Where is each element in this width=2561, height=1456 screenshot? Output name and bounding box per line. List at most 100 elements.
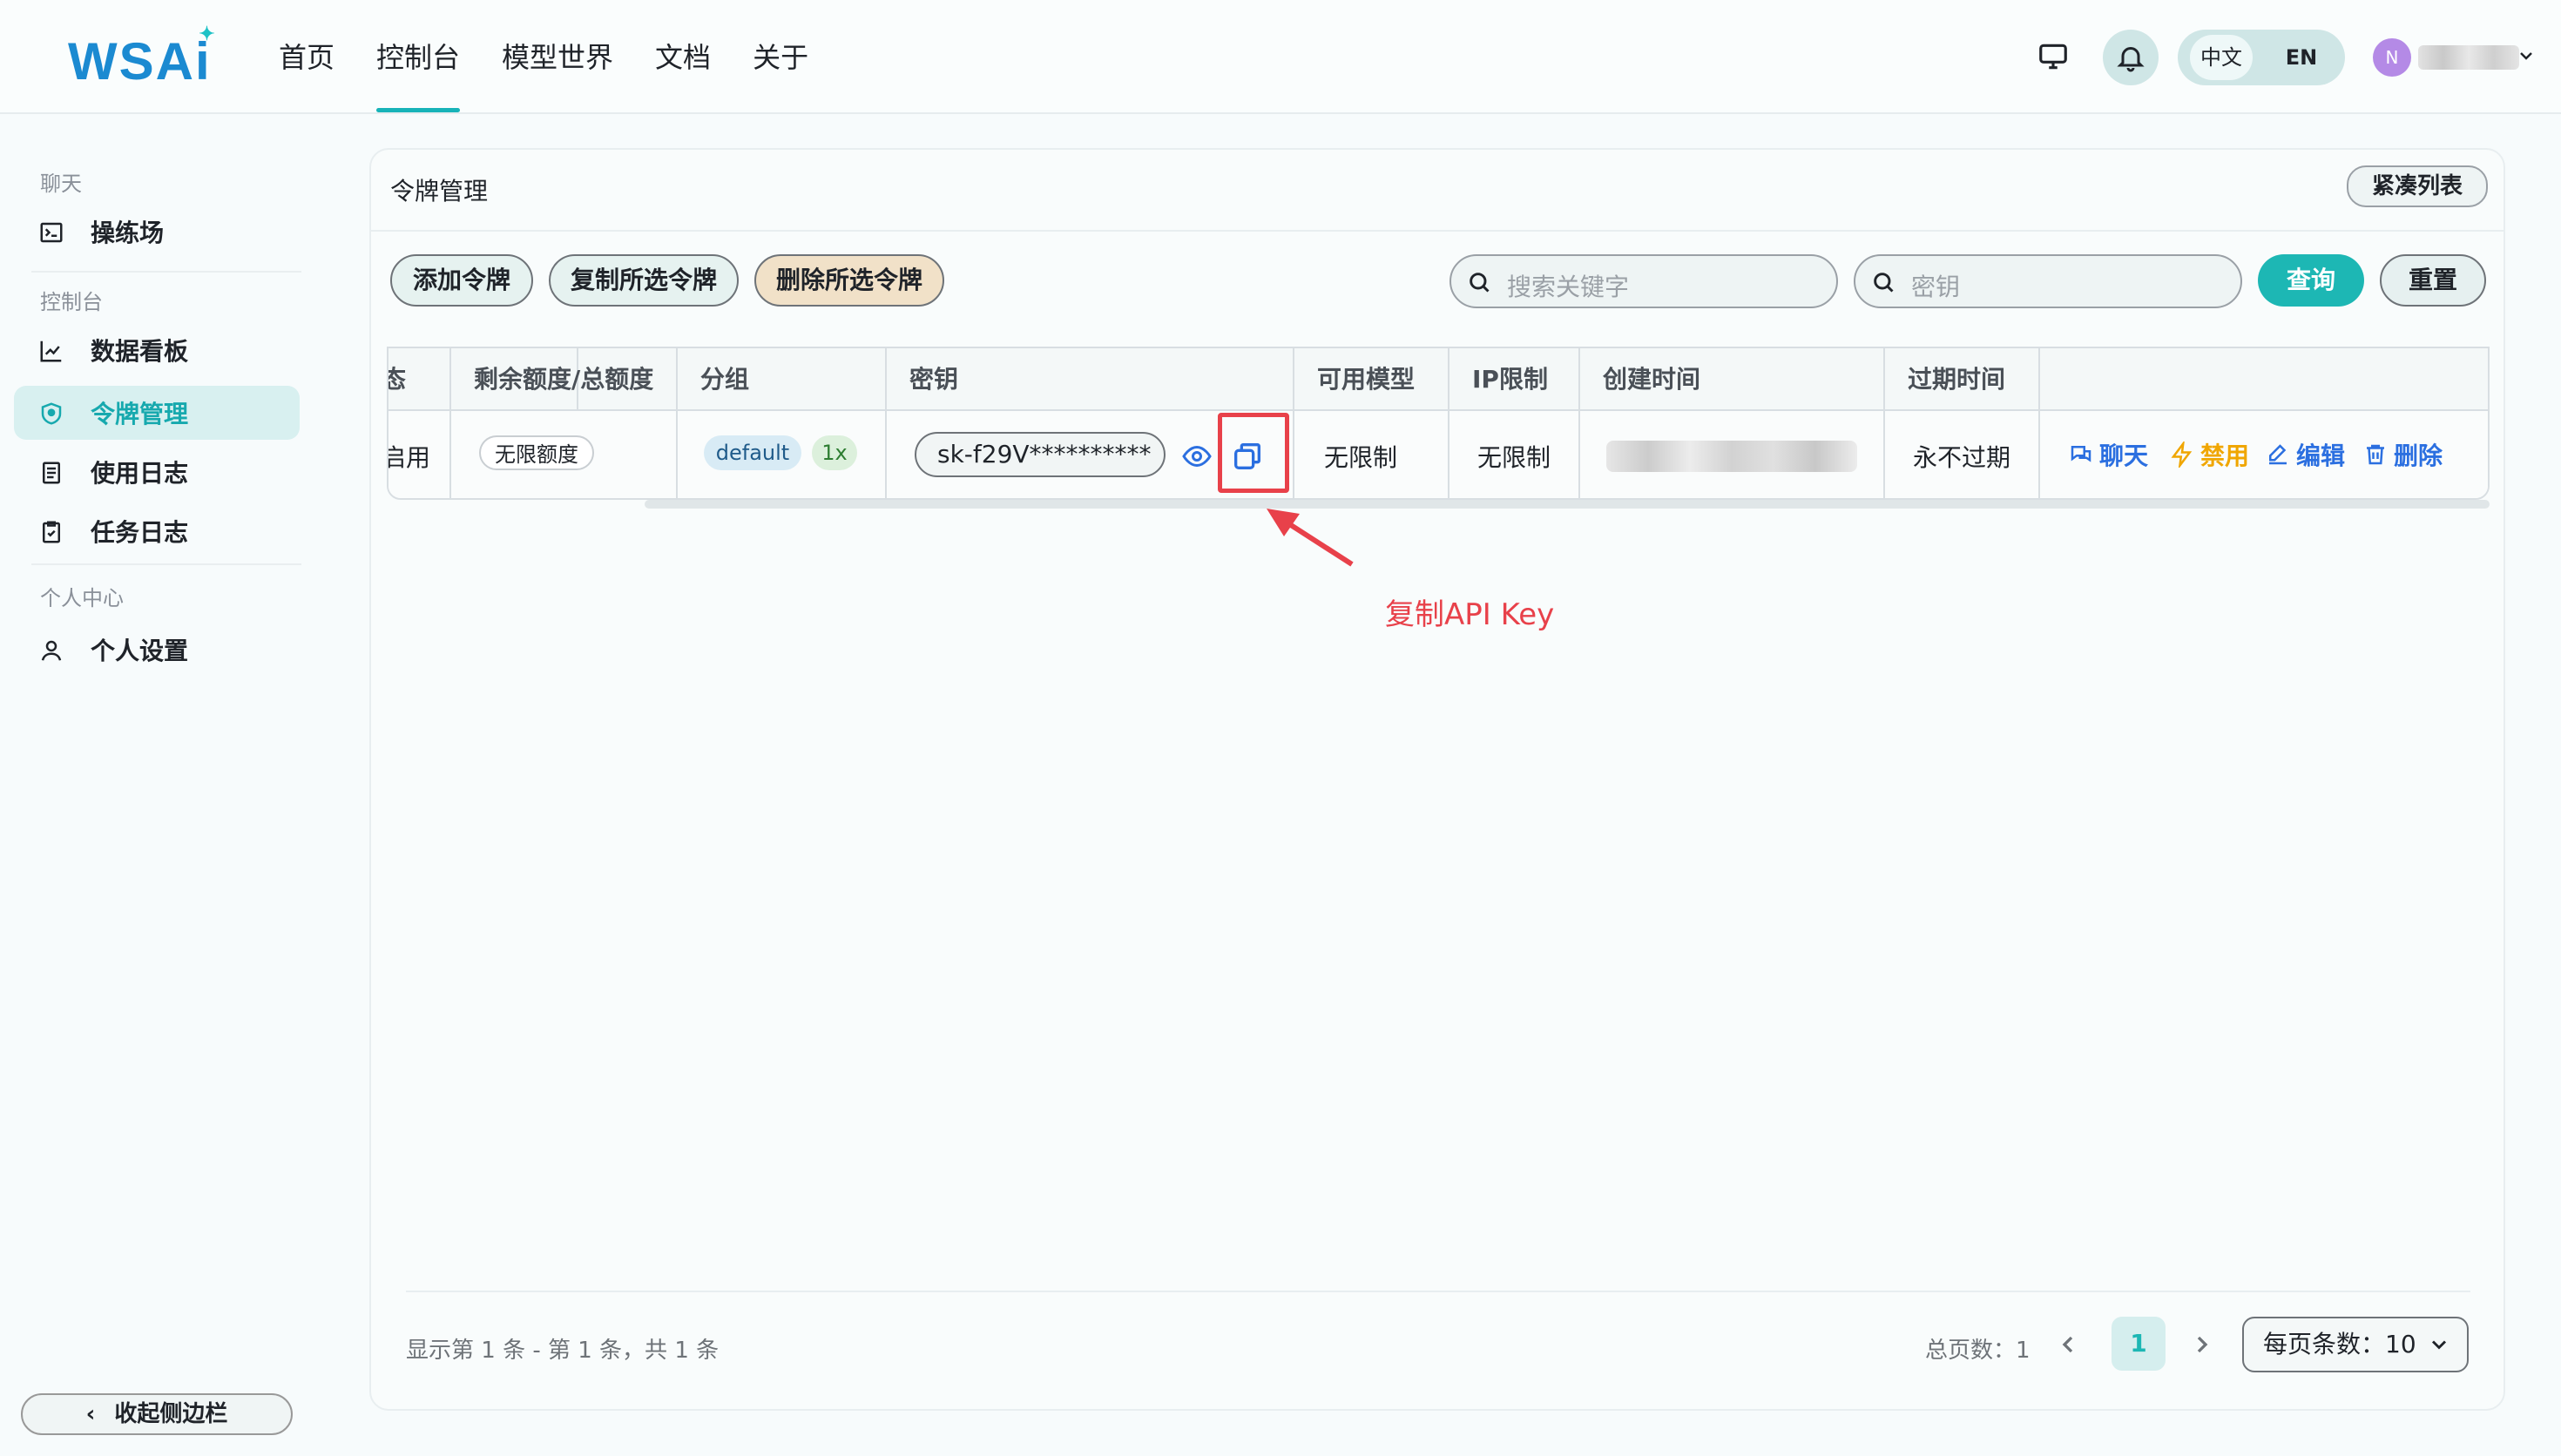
- copy-key-highlight-box: [1218, 413, 1289, 493]
- sidebar-item-label: 使用日志: [91, 459, 189, 488]
- chat-action[interactable]: 聊天: [2068, 437, 2148, 472]
- shield-icon: [38, 401, 64, 427]
- models-text: 无限制: [1324, 443, 1398, 472]
- search-icon: [1871, 270, 1895, 294]
- divider: [406, 1291, 2470, 1292]
- status-text: 启用: [389, 443, 431, 472]
- cell-status: 启用: [389, 411, 451, 498]
- sidebar-item-task-logs[interactable]: 任务日志: [14, 504, 300, 558]
- delete-action-label: 删除: [2394, 442, 2443, 470]
- nav-home[interactable]: 首页: [279, 37, 334, 106]
- column-header-ip: IP限制: [1449, 348, 1580, 411]
- chart-icon: [38, 338, 64, 364]
- edit-action[interactable]: 编辑: [2265, 437, 2345, 472]
- table-row: 启用 无限额度 default 1x sk-f29V********** 无限制…: [389, 411, 2488, 498]
- sidebar-section-console: 控制台: [40, 290, 103, 314]
- pagination-info: 显示第 1 条 - 第 1 条，共 1 条: [406, 1338, 720, 1364]
- column-header-status: 态: [389, 348, 451, 411]
- tokens-table: 态 剩余额度/总额度 分组 密钥 可用模型 IP限制 创建时间 过期时间 启用 …: [387, 347, 2490, 500]
- sidebar-item-dashboard[interactable]: 数据看板: [14, 323, 300, 377]
- annotation-arrow-icon: [1267, 509, 1354, 567]
- next-page-button[interactable]: [2188, 1331, 2216, 1358]
- copy-selected-tokens-button[interactable]: 复制所选令牌: [549, 254, 739, 307]
- chat-action-label: 聊天: [2099, 442, 2149, 470]
- sidebar-item-label: 数据看板: [91, 337, 189, 366]
- avatar[interactable]: N: [2373, 38, 2411, 77]
- chevron-down-icon: [2427, 1332, 2451, 1357]
- sidebar-item-label: 操练场: [91, 219, 165, 247]
- column-header-expire: 过期时间: [1885, 348, 2040, 411]
- delete-action[interactable]: 删除: [2362, 437, 2443, 472]
- prev-page-button[interactable]: [2054, 1331, 2082, 1358]
- sidebar-divider: [31, 563, 301, 565]
- sidebar-section-chat: 聊天: [40, 172, 82, 196]
- sidebar-divider: [31, 271, 301, 273]
- top-navbar: WSAi ✦ 首页 控制台 模型世界 文档 关于 中文 EN N: [0, 0, 2561, 114]
- page-1-button[interactable]: 1: [2112, 1317, 2166, 1371]
- task-check-icon: [38, 519, 64, 545]
- lang-option-en[interactable]: EN: [2275, 35, 2328, 80]
- chevron-left-icon: ‹: [85, 1401, 96, 1427]
- logo-text: WSAi: [68, 32, 212, 91]
- horizontal-scrollbar[interactable]: [645, 500, 2490, 509]
- column-header-models: 可用模型: [1294, 348, 1449, 411]
- column-header-group: 分组: [678, 348, 887, 411]
- total-pages: 总页数：1: [1925, 1338, 2031, 1364]
- page-size-select[interactable]: 每页条数：10: [2242, 1317, 2469, 1372]
- disable-action[interactable]: 禁用: [2169, 437, 2249, 472]
- sparkle-icon: ✦: [199, 23, 217, 44]
- terminal-icon: [38, 219, 64, 246]
- logo[interactable]: WSAi ✦: [68, 23, 215, 91]
- expire-text: 永不过期: [1913, 443, 2011, 472]
- username-blurred[interactable]: [2418, 45, 2519, 70]
- collapse-sidebar-button[interactable]: ‹ 收起侧边栏: [21, 1393, 293, 1435]
- nav-docs[interactable]: 文档: [655, 37, 711, 106]
- sidebar-section-personal: 个人中心: [40, 586, 124, 610]
- nav-model-world[interactable]: 模型世界: [502, 37, 613, 106]
- key-search-input[interactable]: 密钥: [1854, 254, 2242, 308]
- divider: [371, 230, 2505, 232]
- reset-button[interactable]: 重置: [2380, 254, 2486, 307]
- chevron-down-icon[interactable]: [2516, 45, 2537, 66]
- chevron-left-icon: [2062, 1336, 2073, 1353]
- lang-option-zh[interactable]: 中文: [2190, 35, 2253, 80]
- column-header-quota-label: 剩余额度/总额度: [451, 348, 678, 411]
- cell-models: 无限制: [1294, 411, 1449, 498]
- query-button[interactable]: 查询: [2258, 254, 2364, 307]
- sidebar-item-label: 令牌管理: [91, 400, 189, 428]
- sidebar-item-usage-logs[interactable]: 使用日志: [14, 445, 300, 499]
- column-header-key: 密钥: [887, 348, 1294, 411]
- nav-console[interactable]: 控制台: [376, 37, 461, 112]
- sidebar-item-personal-settings[interactable]: 个人设置: [14, 623, 300, 677]
- ratio-badge: 1x: [812, 435, 857, 470]
- api-key-field[interactable]: sk-f29V**********: [915, 432, 1166, 477]
- sidebar-item-label: 个人设置: [91, 637, 189, 665]
- cell-group: default 1x: [678, 411, 887, 498]
- keyword-search-input[interactable]: 搜索关键字: [1449, 254, 1838, 308]
- edit-action-label: 编辑: [2296, 442, 2346, 470]
- sidebar: 聊天 操练场 控制台 数据看板 令牌管理 使用日志 任务日志 个人中心 个人设置…: [0, 114, 314, 1456]
- bell-icon: [2115, 42, 2146, 73]
- delete-selected-tokens-button[interactable]: 删除所选令牌: [754, 254, 944, 307]
- page-size-value: 每页条数：10: [2263, 1330, 2416, 1358]
- user-icon: [38, 637, 64, 664]
- sidebar-item-playground[interactable]: 操练场: [14, 205, 300, 259]
- pencil-icon: [2269, 444, 2287, 465]
- sidebar-item-label: 任务日志: [91, 518, 189, 547]
- column-header-created: 创建时间: [1580, 348, 1885, 411]
- monitor-icon[interactable]: [2037, 40, 2070, 73]
- nav-about[interactable]: 关于: [753, 37, 808, 106]
- page-title: 令牌管理: [390, 177, 489, 206]
- add-token-button[interactable]: 添加令牌: [390, 254, 533, 307]
- cell-expire: 永不过期: [1885, 411, 2040, 498]
- key-search-placeholder: 密钥: [1911, 273, 1961, 301]
- annotation-label: 复制API Key: [1385, 597, 1555, 632]
- main-nav: 首页 控制台 模型世界 文档 关于: [279, 37, 850, 112]
- cell-quota: 无限额度: [451, 411, 678, 498]
- sidebar-item-token-management[interactable]: 令牌管理: [14, 386, 300, 440]
- token-management-card: 令牌管理 紧凑列表 添加令牌 复制所选令牌 删除所选令牌 搜索关键字 密钥 查询…: [369, 148, 2505, 1411]
- document-icon: [38, 460, 64, 486]
- quota-badge: 无限额度: [479, 435, 594, 470]
- eye-icon[interactable]: [1181, 441, 1213, 472]
- compact-list-button[interactable]: 紧凑列表: [2347, 165, 2488, 207]
